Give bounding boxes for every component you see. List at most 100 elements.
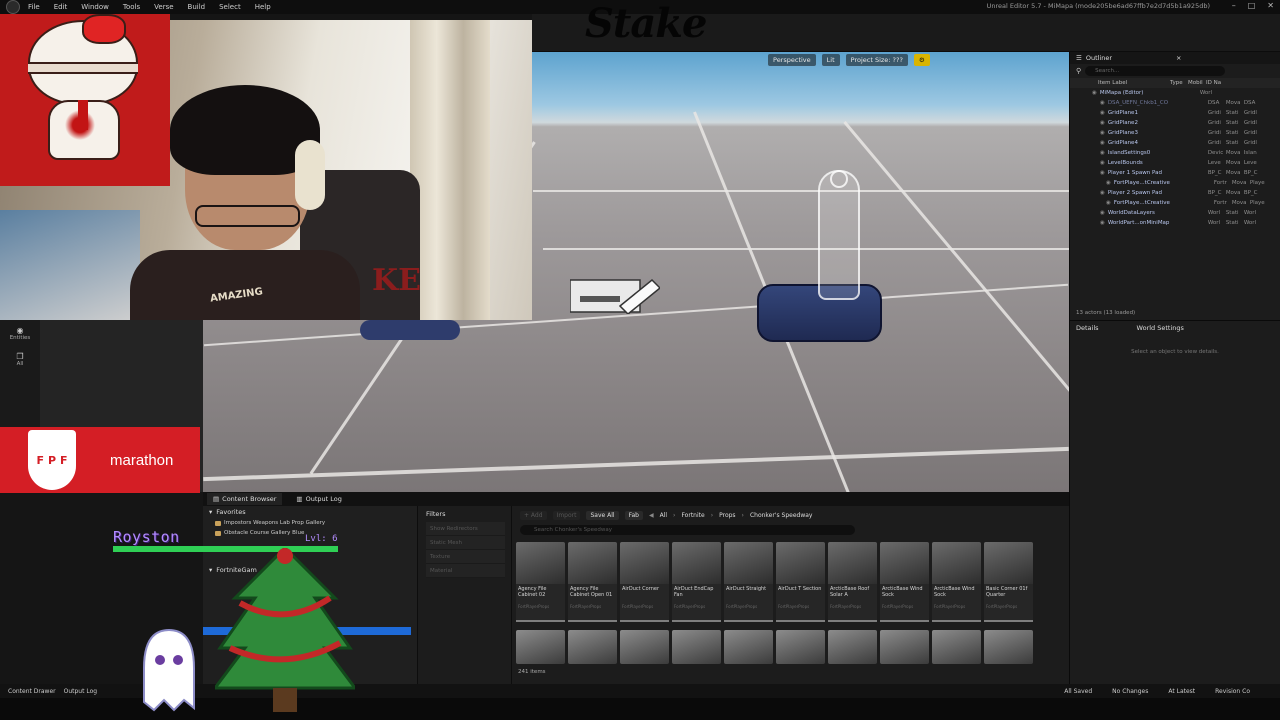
asset-tile[interactable]: AirDuct EndCap Fan FortPlayerProps (672, 542, 721, 622)
asset-tile[interactable]: AirDuct Straight FortPlayerProps (724, 542, 773, 622)
all-saved-status[interactable]: All Saved (1064, 688, 1092, 695)
asset-tile[interactable] (880, 630, 929, 664)
world-settings-tab[interactable]: World Settings (1137, 324, 1184, 332)
asset-tile[interactable]: AirDuct T Section FortPlayerProps (776, 542, 825, 622)
outliner-row[interactable]: ◉ MiMapa (Editor) Worl (1070, 88, 1280, 98)
breadcrumb-fortnite[interactable]: Fortnite (681, 512, 704, 519)
visibility-icon[interactable]: ◉ (1100, 210, 1105, 216)
asset-tile[interactable]: ArcticBase Wind Sock FortPlayerProps (880, 542, 929, 622)
close-icon[interactable]: ✕ (1267, 1, 1274, 10)
favorites-section[interactable]: ▾ Favorites (203, 506, 417, 518)
maximize-icon[interactable]: □ (1248, 1, 1256, 10)
asset-thumbnail (932, 542, 981, 584)
output-log-button[interactable]: Output Log (64, 688, 97, 695)
outliner-row[interactable]: ◉ DSA_UEFN_Chkb1_CO DSA Mova DSA (1070, 98, 1280, 108)
menu-help[interactable]: Help (255, 3, 271, 11)
outliner-row[interactable]: ◉ LevelBounds Leve Mova Leve (1070, 158, 1280, 168)
minimize-icon[interactable]: – (1232, 1, 1236, 10)
visibility-icon[interactable]: ◉ (1092, 90, 1097, 96)
filter-item[interactable]: Show Redirectors (426, 522, 505, 536)
outliner-search-input[interactable]: Search... (1085, 66, 1226, 76)
visibility-icon[interactable]: ◉ (1100, 150, 1105, 156)
asset-tile[interactable] (672, 630, 721, 664)
visibility-icon[interactable]: ◉ (1106, 180, 1111, 186)
unreal-logo-icon[interactable] (6, 0, 20, 14)
close-icon[interactable]: × (1176, 54, 1181, 62)
menu-file[interactable]: File (28, 3, 40, 11)
outliner-row[interactable]: ◉ WorldDataLayers Worl Stati Worl (1070, 208, 1280, 218)
outliner-row[interactable]: ◉ GridPlane1 Gridi Stati Gridl (1070, 108, 1280, 118)
visibility-icon[interactable]: ◉ (1106, 200, 1111, 206)
lit-button[interactable]: Lit (821, 54, 840, 66)
outliner-row[interactable]: ◉ GridPlane3 Gridi Stati Gridl (1070, 128, 1280, 138)
history-back-icon[interactable]: ◀ (649, 512, 654, 519)
asset-tile[interactable] (516, 630, 565, 664)
asset-tile[interactable] (932, 630, 981, 664)
asset-tile[interactable] (568, 630, 617, 664)
breadcrumb-all[interactable]: All (660, 512, 667, 519)
outliner-row[interactable]: ◉ FortPlaye...tCreative Fortr Mova Playe (1070, 178, 1280, 188)
menu-select[interactable]: Select (219, 3, 241, 11)
add-button[interactable]: + Add (520, 510, 547, 520)
visibility-icon[interactable]: ◉ (1100, 110, 1105, 116)
menu-verse[interactable]: Verse (154, 3, 173, 11)
menu-window[interactable]: Window (81, 3, 109, 11)
outliner-row[interactable]: ◉ GridPlane4 Gridi Stati Gridl (1070, 138, 1280, 148)
save-all-button[interactable]: Save All (586, 510, 619, 520)
mode-entities[interactable]: ◉ Entities (0, 320, 40, 346)
filter-item[interactable]: Texture (426, 550, 505, 564)
menu-edit[interactable]: Edit (54, 3, 68, 11)
asset-tile[interactable] (984, 630, 1033, 664)
visibility-icon[interactable]: ◉ (1100, 160, 1105, 166)
asset-tile[interactable]: ArcticBase Wind Sock FortPlayerProps (932, 542, 981, 622)
outliner-row[interactable]: ◉ FortPlaye...tCreative Fortr Mova Playe (1070, 198, 1280, 208)
asset-tile[interactable]: Agency File Cabinet 02 FortPlayerProps (516, 542, 565, 622)
menu-build[interactable]: Build (188, 3, 206, 11)
output-log-tab[interactable]: ▥ Output Log (296, 495, 341, 503)
content-browser-toolbar: + Add Import Save All Fab ◀ All › Fortni… (514, 508, 1069, 522)
favorite-item[interactable]: Impostors Weapons Lab Prop Gallery (203, 518, 417, 528)
at-latest-status[interactable]: At Latest (1168, 688, 1195, 695)
outliner-row[interactable]: ◉ Player 2 Spawn Pad BP_C Mova BP_C (1070, 188, 1280, 198)
menu-tools[interactable]: Tools (123, 3, 140, 11)
asset-tile[interactable]: AirDuct Corner FortPlayerProps (620, 542, 669, 622)
camera-icon[interactable] (570, 274, 660, 314)
outliner-tab[interactable]: ☰ Outliner × (1070, 52, 1280, 64)
asset-tile[interactable] (776, 630, 825, 664)
settings-icon[interactable]: ⚙ (913, 54, 930, 66)
asset-search-input[interactable]: Search Chonker's Speedway (520, 525, 855, 535)
content-browser-tab[interactable]: ▤ Content Browser (207, 493, 283, 505)
no-changes-status[interactable]: No Changes (1112, 688, 1148, 695)
asset-tile[interactable]: Basic Corner 01f Quarter FortPlayerProps (984, 542, 1033, 622)
visibility-icon[interactable]: ◉ (1100, 170, 1105, 176)
visibility-icon[interactable]: ◉ (1100, 190, 1105, 196)
visibility-icon[interactable]: ◉ (1100, 100, 1105, 106)
content-drawer-button[interactable]: Content Drawer (8, 688, 56, 695)
outliner-row[interactable]: ◉ Player 1 Spawn Pad BP_C Mova BP_C (1070, 168, 1280, 178)
breadcrumb-speedway[interactable]: Chonker's Speedway (750, 512, 813, 519)
asset-tile[interactable] (724, 630, 773, 664)
asset-tile[interactable]: Agency File Cabinet Open 01 FortPlayerPro… (568, 542, 617, 622)
breadcrumb-props[interactable]: Props (719, 512, 735, 519)
spawn-pad-left[interactable] (360, 320, 460, 340)
asset-tile[interactable] (828, 630, 877, 664)
visibility-icon[interactable]: ◉ (1100, 220, 1105, 226)
fab-button[interactable]: Fab (624, 510, 643, 520)
revision-control-button[interactable]: Revision Co (1215, 688, 1250, 695)
visibility-icon[interactable]: ◉ (1100, 120, 1105, 126)
visibility-icon[interactable]: ◉ (1100, 130, 1105, 136)
filter-item[interactable]: Material (426, 564, 505, 578)
outliner-row[interactable]: ◉ GridPlane2 Gridi Stati Gridl (1070, 118, 1280, 128)
perspective-button[interactable]: Perspective (768, 54, 816, 66)
mode-all[interactable]: ❐ All (0, 346, 40, 372)
asset-tile[interactable]: ArcticBase Roof Solar A FortPlayerProps (828, 542, 877, 622)
details-tab[interactable]: Details (1076, 324, 1099, 332)
import-button[interactable]: Import (552, 510, 581, 520)
filter-icon[interactable]: ⚲ (1076, 67, 1081, 75)
outliner-row[interactable]: ◉ IslandSettings0 Devic Mova Islan (1070, 148, 1280, 158)
visibility-icon[interactable]: ◉ (1100, 140, 1105, 146)
asset-tile[interactable] (620, 630, 669, 664)
outliner-row[interactable]: ◉ WorldPart...onMiniMap Worl Stati Worl (1070, 218, 1280, 228)
player-mannequin[interactable] (818, 170, 860, 300)
filter-item[interactable]: Static Mesh (426, 536, 505, 550)
